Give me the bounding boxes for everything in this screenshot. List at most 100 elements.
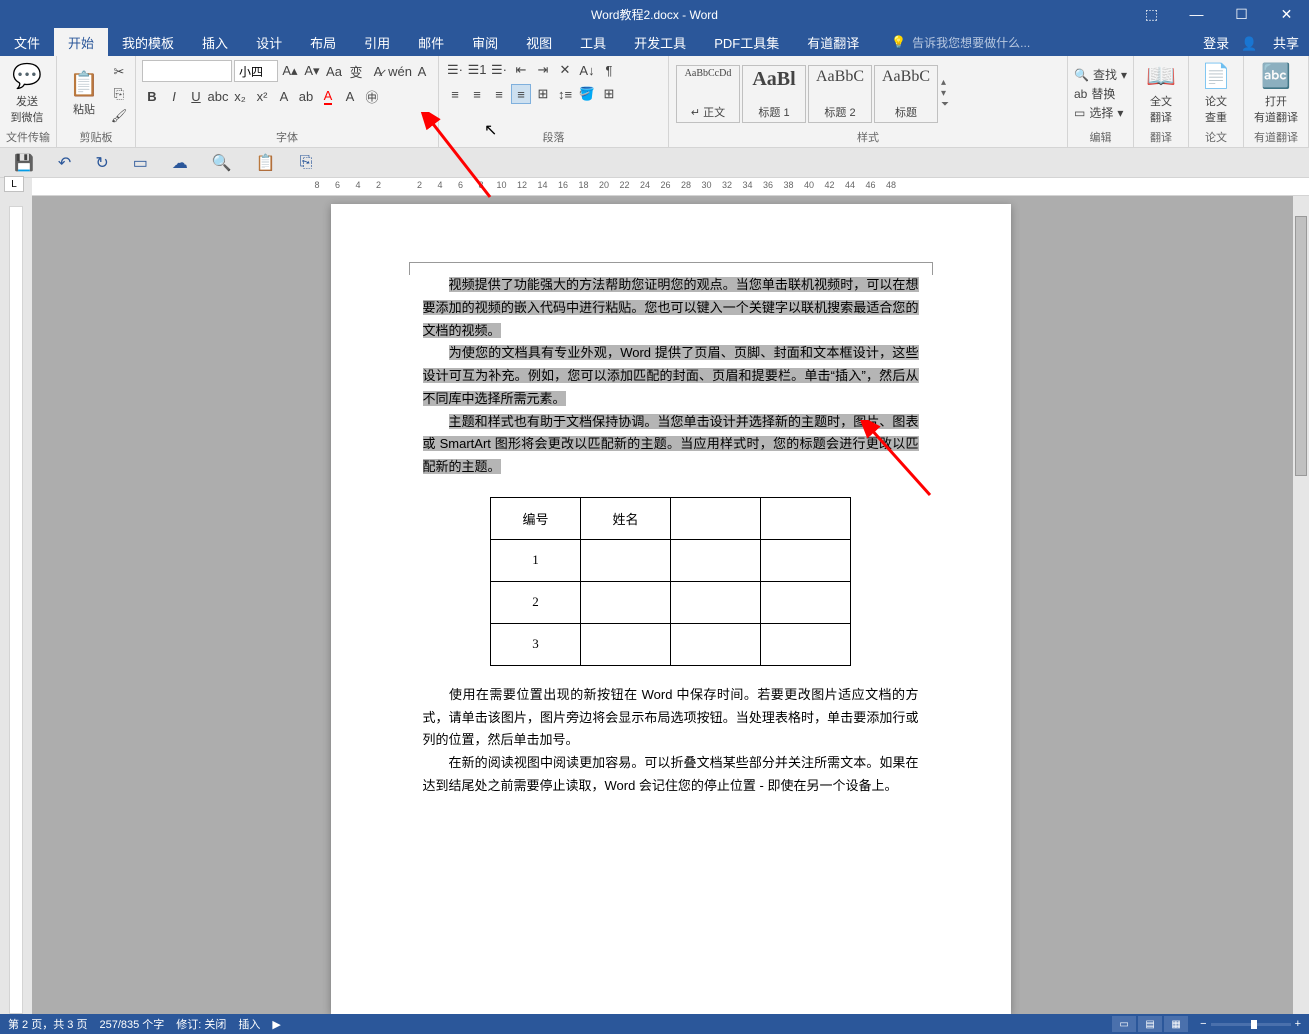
font-name-combo[interactable] [142,60,232,82]
bullets-button[interactable]: ☰· [445,60,465,80]
save-button[interactable]: 💾 [14,153,34,173]
tab-insert[interactable]: 插入 [188,28,242,56]
align-left-button[interactable]: ≡ [445,84,465,104]
style-title[interactable]: AaBbC 标题 [874,65,938,123]
show-marks-button[interactable]: ¶ [599,60,619,80]
document-page[interactable]: 视频提供了功能强大的方法帮助您证明您的观点。当您单击联机视频时，可以在想要添加的… [331,204,1011,1014]
zoom-slider[interactable] [1211,1023,1291,1026]
tab-templates[interactable]: 我的模板 [108,28,188,56]
styles-expand[interactable]: ⏷ [941,99,949,110]
style-heading1[interactable]: AaBl 标题 1 [742,65,806,123]
numbering-button[interactable]: ☰1 [467,60,487,80]
tab-review[interactable]: 审阅 [458,28,512,56]
tab-tools[interactable]: 工具 [566,28,620,56]
tab-developer[interactable]: 开发工具 [620,28,700,56]
send-to-wechat-button[interactable]: 💬 发送 到微信 [6,60,48,127]
full-translate-button[interactable]: 📖 全文 翻译 [1140,60,1182,127]
word-count-status[interactable]: 257/835 个字 [99,1016,164,1032]
align-right-button[interactable]: ≡ [489,84,509,104]
read-mode-button[interactable]: ▭ [1112,1016,1136,1032]
tell-me-search[interactable]: 💡 告诉我您想要做什么... [873,28,1181,56]
align-justify-button[interactable]: ≡ [511,84,531,104]
zoom-out-button[interactable]: − [1200,1018,1206,1030]
shading-button[interactable]: 🪣 [577,84,597,104]
italic-button[interactable]: I [164,86,184,106]
page-number-status[interactable]: 第 2 页，共 3 页 [8,1016,87,1032]
insert-mode-status[interactable]: 插入 [238,1016,260,1032]
tab-view[interactable]: 视图 [512,28,566,56]
char-border-button[interactable]: wén [390,61,410,81]
highlight-button[interactable]: ab [296,86,316,106]
undo-button[interactable]: ↶ [58,153,71,173]
decrease-indent-button[interactable]: ⇤ [511,60,531,80]
vertical-scrollbar[interactable] [1293,196,1309,1014]
strikethrough-button[interactable]: abc [208,86,228,106]
macro-status[interactable]: ▶ [272,1018,280,1031]
tab-references[interactable]: 引用 [350,28,404,56]
ribbon-display-options[interactable]: ⬚ [1129,0,1174,28]
change-case-button[interactable]: Aa [324,61,344,81]
body-text-p4[interactable]: 使用在需要位置出现的新按钮在 Word 中保存时间。若要更改图片适应文档的方式，… [423,687,919,748]
select-button[interactable]: ▭选择 ▾ [1074,104,1127,121]
body-text-p5[interactable]: 在新的阅读视图中阅读更加容易。可以折叠文档某些部分并关注所需文本。如果在达到结尾… [423,755,919,793]
document-table[interactable]: 编号 姓名 1 2 3 [490,497,851,666]
font-size-combo[interactable]: 小四 [234,60,278,82]
text-effects-button[interactable]: A [274,86,294,106]
line-spacing-button[interactable]: ↕≡ [555,84,575,104]
styles-row-up[interactable]: ▴ [941,77,949,88]
enclose-char-button[interactable]: A [412,61,432,81]
subscript-button[interactable]: x₂ [230,86,250,106]
cut-button[interactable]: ✂ [109,62,129,82]
print-layout-button[interactable]: ▤ [1138,1016,1162,1032]
find-button[interactable]: 🔍查找 ▾ [1074,66,1127,83]
zoom-in-button[interactable]: + [1295,1018,1301,1030]
styles-row-down[interactable]: ▾ [941,88,949,99]
format-painter-button[interactable]: 🖌 [109,106,129,126]
paste-button[interactable]: 📋 粘贴 [63,68,105,119]
tab-design[interactable]: 设计 [242,28,296,56]
copy-button[interactable]: ⎘ [109,84,129,104]
phonetic-guide-button[interactable]: 变 [346,61,366,81]
distributed-button[interactable]: ⊞ [533,84,553,104]
paper-check-button[interactable]: 📄 论文 查重 [1195,60,1237,127]
bold-button[interactable]: B [142,86,162,106]
grow-font-button[interactable]: A▴ [280,61,300,81]
asian-layout-button[interactable]: ✕ [555,60,575,80]
font-color-button[interactable]: A [318,86,338,106]
vertical-ruler[interactable] [0,196,32,1014]
align-center-button[interactable]: ≡ [467,84,487,104]
style-heading2[interactable]: AaBbC 标题 2 [808,65,872,123]
horizontal-ruler[interactable]: 8642246810121416182022242628303234363840… [32,178,1309,196]
login-link[interactable]: 登录 [1203,33,1229,52]
style-normal[interactable]: AaBbCcDd ↵ 正文 [676,65,740,123]
enclose-button[interactable]: ㊥ [362,86,382,106]
close-button[interactable]: ✕ [1264,0,1309,28]
tab-selector[interactable]: L [4,176,24,192]
qat-btn-2[interactable]: ☁ [172,153,188,173]
web-layout-button[interactable]: ▦ [1164,1016,1188,1032]
qat-btn-5[interactable]: ⎘ [300,154,313,172]
char-shading-button[interactable]: A [340,86,360,106]
tab-youdao[interactable]: 有道翻译 [793,28,873,56]
minimize-button[interactable]: — [1174,0,1219,28]
track-changes-status[interactable]: 修订: 关闭 [176,1016,226,1032]
share-button[interactable]: 👤 共享 [1241,33,1299,52]
selected-text-p1[interactable]: 视频提供了功能强大的方法帮助您证明您的观点。当您单击联机视频时，可以在想要添加的… [423,277,919,338]
open-youdao-button[interactable]: 🔤 打开 有道翻译 [1250,60,1302,127]
selected-text-p2[interactable]: 为使您的文档具有专业外观，Word 提供了页眉、页脚、封面和文本框设计，这些设计… [423,345,919,406]
tab-pdf[interactable]: PDF工具集 [700,28,793,56]
redo-button[interactable]: ↻ [95,153,108,173]
shrink-font-button[interactable]: A▾ [302,61,322,81]
qat-btn-4[interactable]: 📋 [256,153,276,173]
tab-file[interactable]: 文件 [0,28,54,56]
superscript-button[interactable]: x² [252,86,272,106]
multilevel-list-button[interactable]: ☰· [489,60,509,80]
tab-home[interactable]: 开始 [54,28,108,56]
increase-indent-button[interactable]: ⇥ [533,60,553,80]
selected-text-p3[interactable]: 主题和样式也有助于文档保持协调。当您单击设计并选择新的主题时，图片、图表或 Sm… [423,414,919,475]
tab-mailings[interactable]: 邮件 [404,28,458,56]
replace-button[interactable]: ab替换 [1074,85,1127,102]
underline-button[interactable]: U [186,86,206,106]
borders-button[interactable]: ⊞ [599,84,619,104]
scrollbar-thumb[interactable] [1295,216,1307,476]
